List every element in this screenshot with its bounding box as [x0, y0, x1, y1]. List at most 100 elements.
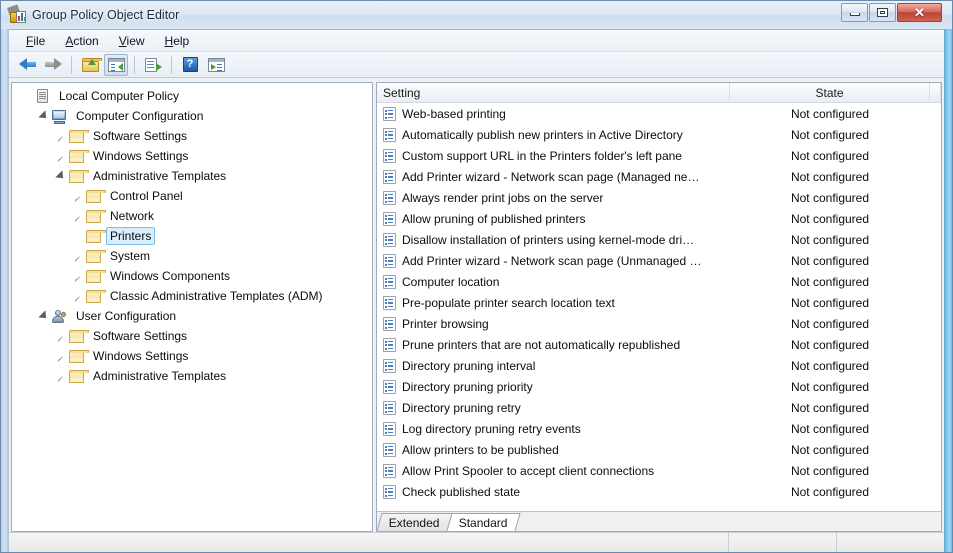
table-row[interactable]: Disallow installation of printers using …: [377, 229, 941, 250]
up-one-level-button[interactable]: [78, 54, 102, 76]
column-header-state[interactable]: State: [730, 83, 930, 102]
expander-expanded-icon[interactable]: [36, 309, 51, 324]
table-row[interactable]: Automatically publish new printers in Ac…: [377, 124, 941, 145]
expander-collapsed-icon[interactable]: [53, 349, 68, 364]
policy-setting-icon: [383, 484, 396, 499]
expander-collapsed-icon[interactable]: [70, 269, 85, 284]
tab-standard[interactable]: Standard: [446, 513, 521, 531]
table-row[interactable]: Add Printer wizard - Network scan page (…: [377, 250, 941, 271]
status-text: [9, 533, 728, 552]
tree-item-printers[interactable]: Printers: [12, 226, 372, 246]
table-row[interactable]: Printer browsing Not configured: [377, 313, 941, 334]
table-row[interactable]: Add Printer wizard - Network scan page (…: [377, 166, 941, 187]
tree-item-local-computer-policy[interactable]: Local Computer Policy: [12, 86, 372, 106]
tree-item-windows-components[interactable]: Windows Components: [12, 266, 372, 286]
expander-collapsed-icon[interactable]: [70, 209, 85, 224]
menu-view[interactable]: View: [110, 31, 154, 51]
tab-extended[interactable]: Extended: [377, 513, 453, 531]
table-row[interactable]: Computer location Not configured: [377, 271, 941, 292]
tree-item-software-settings[interactable]: Software Settings: [12, 326, 372, 346]
expander-collapsed-icon[interactable]: [70, 189, 85, 204]
folder-icon: [68, 129, 90, 144]
tree-item-windows-settings[interactable]: Windows Settings: [12, 346, 372, 366]
properties-button[interactable]: [204, 54, 228, 76]
table-row[interactable]: Web-based printing Not configured: [377, 103, 941, 124]
policy-setting-icon: [383, 211, 396, 226]
expander-expanded-icon[interactable]: [53, 169, 68, 184]
tree-item-label: Windows Components: [110, 269, 231, 283]
settings-list-pane[interactable]: Setting State Web-based printing Not conf…: [376, 82, 942, 532]
policy-setting-icon: [383, 379, 396, 394]
table-row[interactable]: Allow Print Spooler to accept client con…: [377, 460, 941, 481]
folder-icon: [85, 189, 107, 204]
help-button[interactable]: ?: [178, 54, 202, 76]
setting-state: Not configured: [790, 316, 870, 331]
column-header-setting[interactable]: Setting: [377, 83, 730, 102]
folder-icon: [85, 249, 107, 264]
setting-name: Allow Print Spooler to accept client con…: [402, 463, 655, 478]
column-header-extra[interactable]: [930, 83, 941, 102]
setting-name: Directory pruning priority: [402, 379, 533, 394]
menu-file[interactable]: File: [17, 31, 54, 51]
expander-expanded-icon[interactable]: [36, 109, 51, 124]
setting-state: Not configured: [790, 232, 870, 247]
setting-name: Automatically publish new printers in Ac…: [402, 127, 683, 142]
table-row[interactable]: Directory pruning interval Not configured: [377, 355, 941, 376]
tree-item-label: Printers: [106, 227, 156, 245]
tree-item-software-settings[interactable]: Software Settings: [12, 126, 372, 146]
close-button[interactable]: ✕: [897, 3, 942, 22]
expander-collapsed-icon[interactable]: [70, 249, 85, 264]
tree-item-windows-settings[interactable]: Windows Settings: [12, 146, 372, 166]
table-row[interactable]: Allow pruning of published printers Not c…: [377, 208, 941, 229]
forward-button[interactable]: [41, 54, 65, 76]
expander-collapsed-icon[interactable]: [53, 149, 68, 164]
table-row[interactable]: Check published state Not configured: [377, 481, 941, 502]
folder-icon: [68, 369, 90, 384]
table-row[interactable]: Directory pruning retry Not configured: [377, 397, 941, 418]
tree-item-administrative-templates[interactable]: Administrative Templates: [12, 366, 372, 386]
table-row[interactable]: Custom support URL in the Printers folde…: [377, 145, 941, 166]
setting-name: Web-based printing: [402, 106, 506, 121]
tree-item-label: User Configuration: [76, 309, 177, 323]
tree-item-computer-configuration[interactable]: Computer Configuration: [12, 106, 372, 126]
expander-collapsed-icon[interactable]: [70, 289, 85, 304]
table-row[interactable]: Log directory pruning retry events Not co…: [377, 418, 941, 439]
setting-state: Not configured: [790, 106, 870, 121]
tree-item-label: Administrative Templates: [93, 369, 227, 383]
tree-item-network[interactable]: Network: [12, 206, 372, 226]
properties-icon: [207, 57, 225, 72]
window-title: Group Policy Object Editor: [32, 8, 180, 22]
policy-setting-icon: [383, 106, 396, 121]
show-hide-tree-button[interactable]: [104, 53, 128, 76]
policy-setting-icon: [383, 463, 396, 478]
setting-state: Not configured: [790, 442, 870, 457]
tab-label: Standard: [458, 515, 508, 530]
tree-item-administrative-templates[interactable]: Administrative Templates: [12, 166, 372, 186]
setting-name: Directory pruning interval: [402, 358, 536, 373]
expander-collapsed-icon[interactable]: [53, 369, 68, 384]
setting-name: Pre-populate printer search location tex…: [402, 295, 615, 310]
policy-setting-icon: [383, 442, 396, 457]
tree-item-user-configuration[interactable]: User Configuration: [12, 306, 372, 326]
restore-button[interactable]: [869, 3, 896, 22]
minimize-button[interactable]: [841, 3, 868, 22]
export-list-button[interactable]: [141, 54, 165, 76]
setting-state: Not configured: [790, 295, 870, 310]
table-row[interactable]: Allow printers to be published Not config…: [377, 439, 941, 460]
tree-item-classic-administrative-templates-adm[interactable]: Classic Administrative Templates (ADM): [12, 286, 372, 306]
table-row[interactable]: Prune printers that are not automaticall…: [377, 334, 941, 355]
expander-collapsed-icon[interactable]: [53, 129, 68, 144]
back-button[interactable]: [15, 54, 39, 76]
tree-item-system[interactable]: System: [12, 246, 372, 266]
policy-setting-icon: [383, 169, 396, 184]
table-row[interactable]: Directory pruning priority Not configured: [377, 376, 941, 397]
table-row[interactable]: Always render print jobs on the server No…: [377, 187, 941, 208]
expander-collapsed-icon[interactable]: [53, 329, 68, 344]
console-tree-pane[interactable]: Local Computer Policy Computer Configurat…: [11, 82, 373, 532]
table-row[interactable]: Pre-populate printer search location tex…: [377, 292, 941, 313]
menu-help[interactable]: Help: [156, 31, 199, 51]
policy-setting-icon: [383, 316, 396, 331]
setting-state: Not configured: [790, 463, 870, 478]
menu-action[interactable]: Action: [56, 31, 107, 51]
tree-item-control-panel[interactable]: Control Panel: [12, 186, 372, 206]
